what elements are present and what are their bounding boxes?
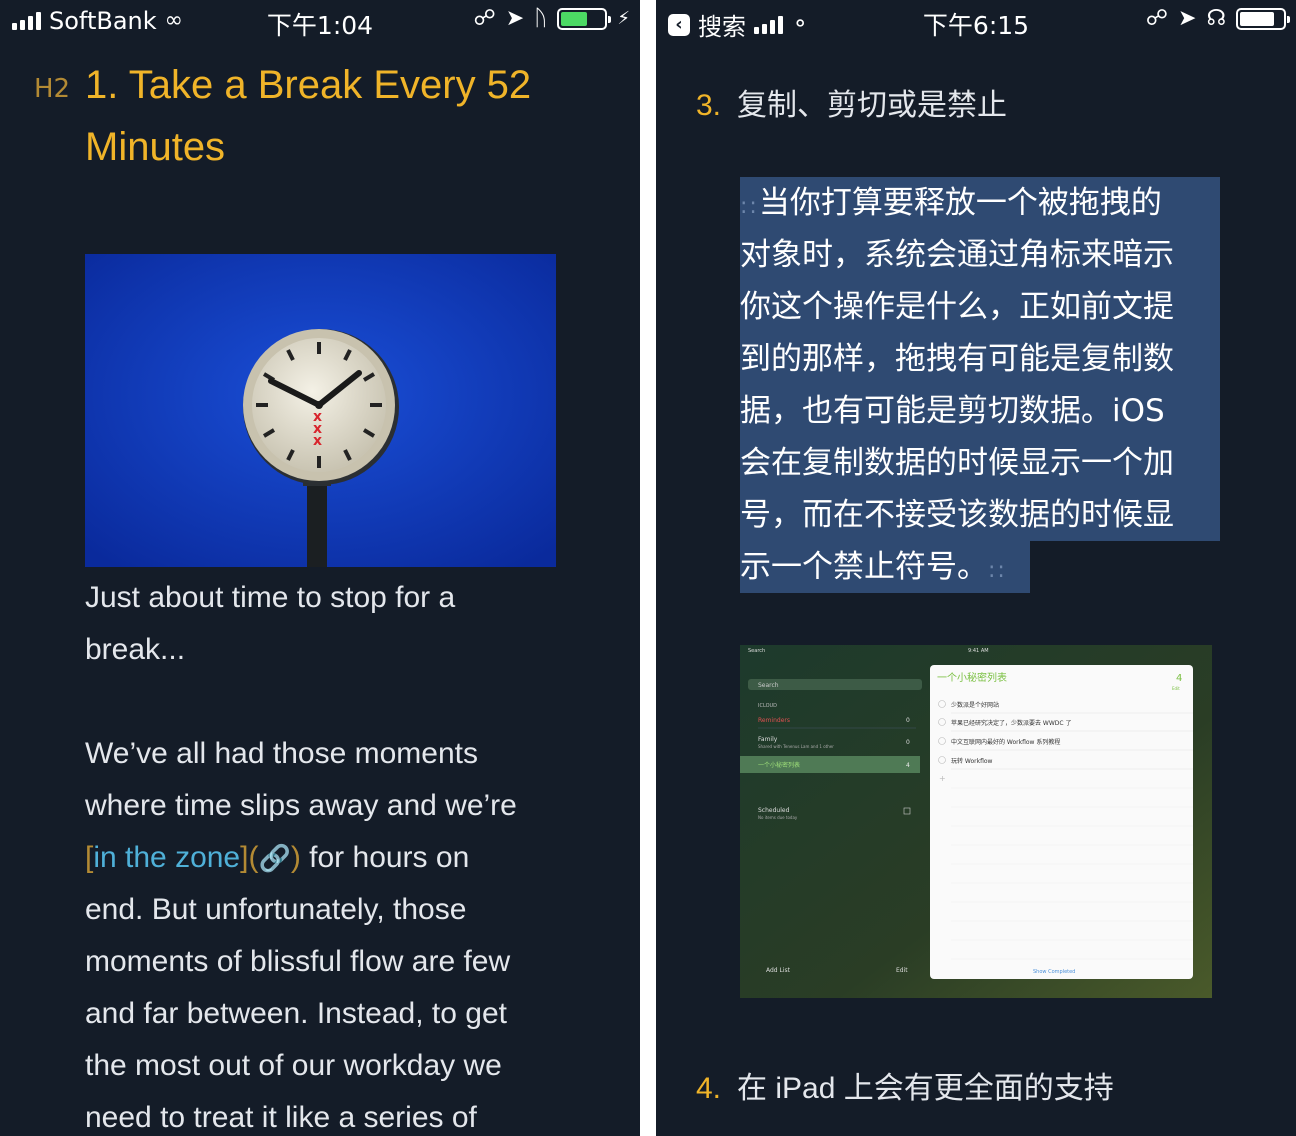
ipad-list-count: 0	[906, 717, 910, 724]
body-line: end. But unfortunately, those	[85, 893, 467, 926]
ipad-scheduled: Scheduled	[758, 807, 790, 814]
list-item-text: 复制、剪切或是禁止	[737, 89, 1008, 122]
selection-end-handle[interactable]: ::	[988, 558, 1007, 583]
svg-text:x: x	[313, 433, 322, 449]
section-heading[interactable]: 1. Take a Break Every 52 Minutes	[85, 54, 625, 178]
orientation-lock-icon: ☍	[1145, 6, 1169, 31]
body-line-with-link: [in the zone](🔗) for hours on	[85, 832, 625, 884]
ipad-detail-edit: Edit	[1172, 686, 1180, 691]
selected-line: 对象时，系统会通过角标来暗示	[740, 229, 1220, 281]
ipad-scheduled-sub: No items due today	[758, 815, 798, 820]
ipad-list-count: 0	[906, 739, 910, 746]
svg-text:+: +	[939, 774, 946, 783]
selected-line: 会在复制数据的时候显示一个加	[740, 437, 1220, 489]
body-line: where time slips away and we’re	[85, 789, 517, 822]
selected-line: 据，也有可能是剪切数据。iOS	[740, 385, 1220, 437]
ipad-detail-count: 4	[1176, 673, 1182, 684]
link-close-paren: )	[290, 841, 301, 874]
selected-line: 当你打算要释放一个被拖拽的	[758, 185, 1162, 221]
ipad-list-count: 4	[906, 762, 910, 769]
charging-icon: ⚡	[617, 8, 630, 29]
orientation-lock-icon: ☍	[473, 6, 496, 31]
left-screen: SoftBank ∞ 下午1:04 ☍ ➤ ᚢ ⚡ H2 1. Take a B…	[0, 0, 640, 1136]
body-line: and far between. Instead, to get	[85, 997, 507, 1030]
ipad-detail-title: 一个小秘密列表	[937, 671, 1007, 684]
headphones-icon: ☊	[1206, 6, 1226, 31]
ipad-list-name: 一个小秘密列表	[758, 761, 800, 769]
list-number: 3.	[696, 89, 722, 122]
selected-line: 号，而在不接受该数据的时候显	[740, 489, 1220, 541]
ipad-task: 少数派是个好网站	[951, 701, 999, 709]
body-line: moments of blissful flow are few	[85, 945, 511, 978]
image-caption[interactable]: Just about time to stop for a break...	[85, 572, 625, 676]
body-line: the most out of our workday we	[85, 1049, 502, 1082]
list-item-3[interactable]: 3. 复制、剪切或是禁止	[696, 80, 1007, 124]
clock-image: xxx	[85, 254, 556, 567]
body-line: need to treat it like a series of	[85, 1101, 477, 1134]
link-mid-syntax: ](	[240, 841, 259, 874]
zone-link[interactable]: in the zone	[93, 841, 240, 874]
ipad-search: Search	[758, 682, 779, 689]
status-bar: ‹ 搜索 ⚬ 下午6:15 ☍ ➤ ☊	[656, 0, 1296, 42]
ipad-task: 玩转 Workflow	[951, 757, 993, 765]
link-trailing-text: for hours on	[300, 841, 470, 874]
ipad-section: ICLOUD	[758, 703, 777, 709]
bluetooth-icon: ᚢ	[534, 6, 548, 31]
location-icon: ➤	[1178, 6, 1197, 31]
battery-icon	[557, 8, 612, 30]
caption-line: break...	[85, 633, 186, 666]
list-item-4[interactable]: 4. 在 iPad 上会有更全面的支持	[696, 1063, 1114, 1107]
selected-text-block[interactable]: ::当你打算要释放一个被拖拽的 对象时，系统会通过角标来暗示 你这个操作是什么，…	[740, 177, 1220, 593]
selected-line: 示一个禁止符号。	[740, 549, 988, 585]
list-number: 4.	[696, 1072, 722, 1105]
link-icon[interactable]: 🔗	[258, 843, 290, 873]
ipad-add-list: Add List	[766, 967, 791, 974]
heading-level-marker: H2	[34, 74, 71, 104]
ipad-reminders-screenshot: Search 9:41 AM Search ICLOUD Reminders 0…	[740, 645, 1212, 998]
selected-line: 你这个操作是什么，正如前文提	[740, 281, 1220, 333]
battery-icon	[1236, 8, 1290, 30]
ipad-status-left: Search	[748, 648, 765, 654]
selected-line: 到的那样，拖拽有可能是复制数	[740, 333, 1220, 385]
ipad-list-name: Family	[758, 736, 778, 743]
body-paragraph[interactable]: We’ve all had those moments where time s…	[85, 728, 625, 1136]
status-bar: SoftBank ∞ 下午1:04 ☍ ➤ ᚢ ⚡	[0, 0, 640, 42]
list-item-text: 在 iPad 上会有更全面的支持	[737, 1072, 1114, 1105]
ipad-task: 中文互联网内最好的 Workflow 系列教程	[951, 738, 1060, 746]
selection-start-handle[interactable]: ::	[740, 194, 759, 219]
ipad-task: 苹果已经研究决定了，少数派要去 WWDC 了	[951, 719, 1072, 727]
ipad-edit-left: Edit	[896, 967, 908, 974]
ipad-show-completed: Show Completed	[1033, 969, 1075, 975]
ipad-list-sub: Shared with Tenenus Lam and 1 other	[758, 744, 834, 749]
caption-line: Just about time to stop for a	[85, 581, 456, 614]
body-line: We’ve all had those moments	[85, 737, 478, 770]
ipad-list-name: Reminders	[758, 717, 790, 724]
ipad-status-time: 9:41 AM	[968, 648, 989, 654]
location-icon: ➤	[505, 6, 525, 31]
